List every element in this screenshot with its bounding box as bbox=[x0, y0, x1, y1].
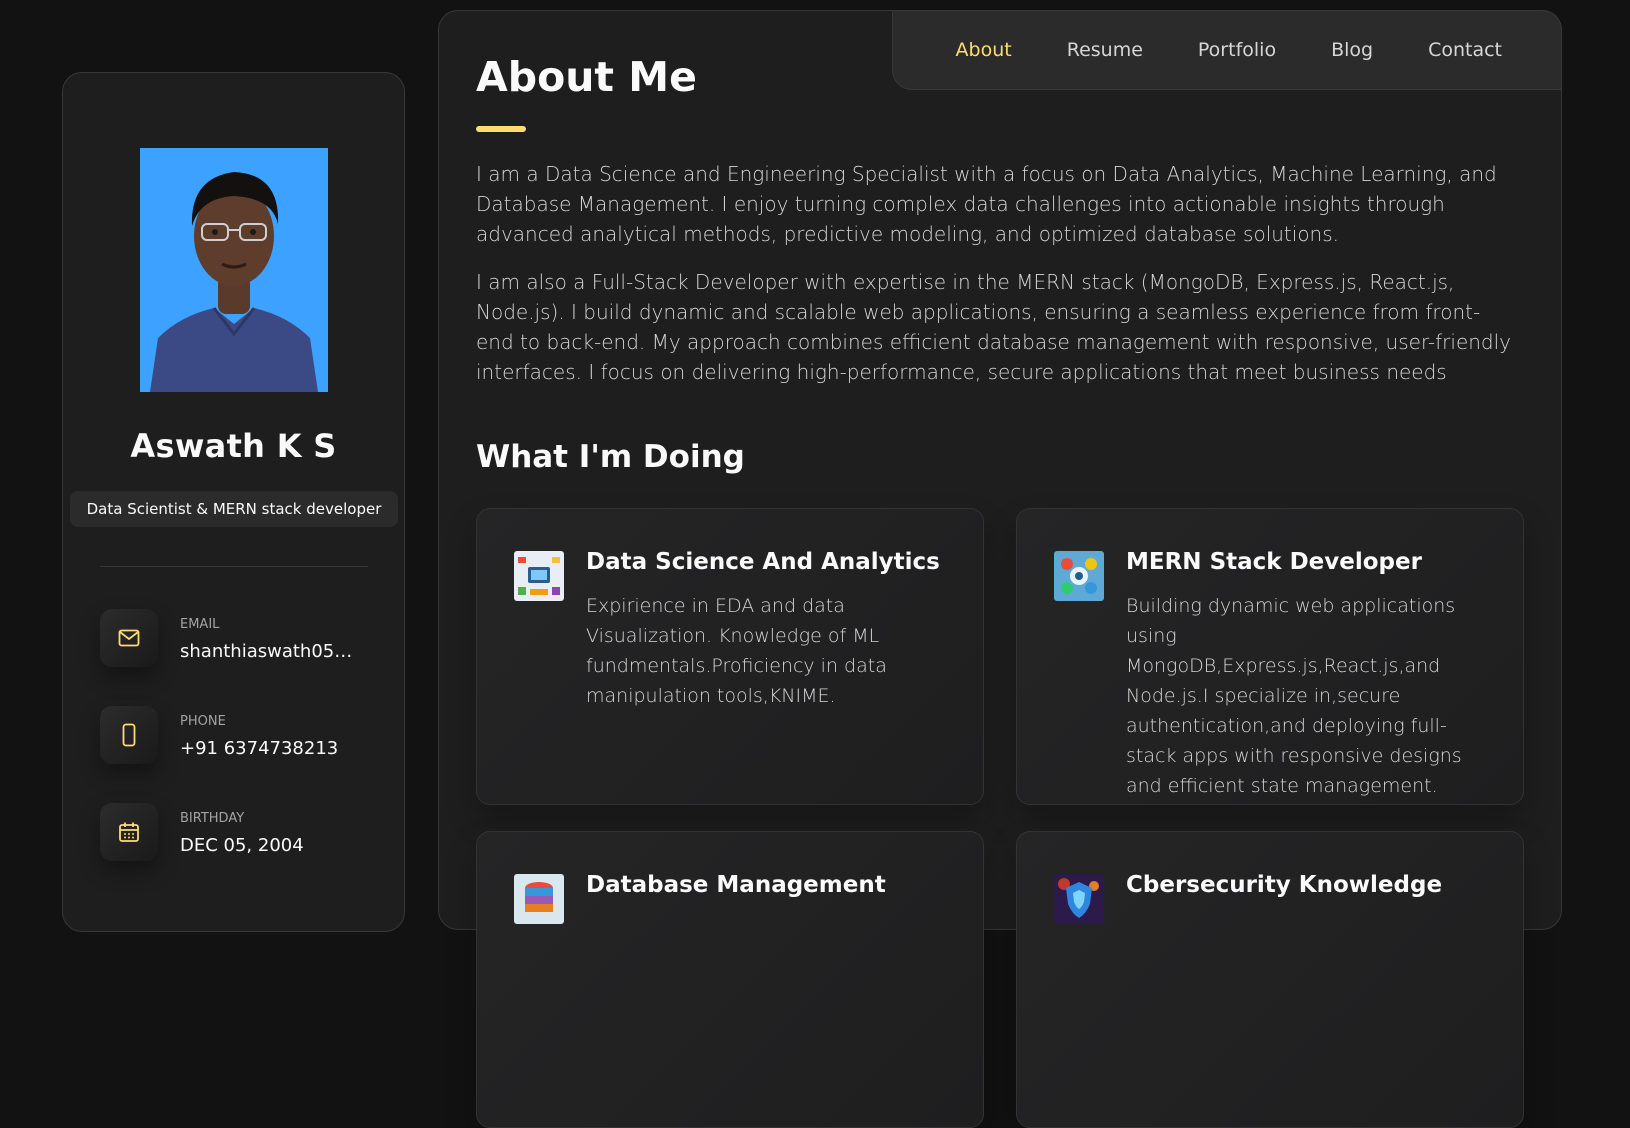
mail-icon bbox=[100, 609, 158, 667]
title-underline bbox=[476, 126, 526, 132]
about-panel: About Resume Portfolio Blog Contact Abou… bbox=[438, 10, 1562, 1128]
contact-birthday-value: DEC 05, 2004 bbox=[180, 835, 304, 856]
services-heading: What I'm Doing bbox=[476, 439, 745, 475]
nav-resume[interactable]: Resume bbox=[1067, 39, 1143, 61]
nav-contact[interactable]: Contact bbox=[1428, 39, 1502, 61]
nav-portfolio[interactable]: Portfolio bbox=[1198, 39, 1276, 61]
service-title-data-science: Data Science And Analytics bbox=[586, 549, 940, 575]
contact-phone-label: PHONE bbox=[180, 714, 226, 729]
main-navbar: About Resume Portfolio Blog Contact bbox=[892, 10, 1562, 90]
contact-email-label: EMAIL bbox=[180, 617, 220, 632]
service-title-mern: MERN Stack Developer bbox=[1126, 549, 1422, 575]
service-text-mern: Building dynamic web applications using … bbox=[1126, 595, 1462, 797]
page-title: About Me bbox=[476, 53, 697, 101]
mern-stack-icon bbox=[1054, 551, 1104, 601]
phone-icon bbox=[100, 706, 158, 764]
service-card-data-science: Data Science And Analytics Expirience in… bbox=[476, 508, 984, 805]
service-card-database: Database Management bbox=[476, 831, 984, 1128]
about-paragraph-2: I am also a Full-Stack Developer with ex… bbox=[476, 270, 1512, 384]
service-card-mern: MERN Stack Developer Building dynamic we… bbox=[1016, 508, 1524, 805]
contact-birthday-label: BIRTHDAY bbox=[180, 811, 245, 826]
sidebar-separator bbox=[100, 566, 368, 567]
contact-email-value[interactable]: shanthiaswath05@... bbox=[180, 641, 365, 662]
service-title-database: Database Management bbox=[586, 872, 886, 898]
profile-name: Aswath K S bbox=[130, 427, 337, 465]
service-card-cybersecurity: Cbersecurity Knowledge bbox=[1016, 831, 1524, 1128]
database-icon bbox=[514, 874, 564, 924]
nav-blog[interactable]: Blog bbox=[1331, 39, 1373, 61]
contact-phone: PHONE +91 6374738213 bbox=[100, 706, 390, 766]
avatar bbox=[140, 148, 328, 392]
profile-title-badge: Data Scientist & MERN stack developer bbox=[70, 491, 398, 527]
shield-icon bbox=[1054, 874, 1104, 924]
nav-about[interactable]: About bbox=[956, 39, 1012, 61]
calendar-icon bbox=[100, 803, 158, 861]
data-analytics-icon bbox=[514, 551, 564, 601]
service-title-cybersecurity: Cbersecurity Knowledge bbox=[1126, 872, 1443, 898]
contact-email: EMAIL shanthiaswath05@... bbox=[100, 609, 390, 669]
contact-birthday: BIRTHDAY DEC 05, 2004 bbox=[100, 803, 390, 863]
about-paragraph-1: I am a Data Science and Engineering Spec… bbox=[476, 162, 1497, 246]
profile-sidebar: Aswath K S Data Scientist & MERN stack d… bbox=[62, 72, 405, 932]
contact-phone-value[interactable]: +91 6374738213 bbox=[180, 738, 365, 759]
service-text-data-science: Expirience in EDA and data Visualization… bbox=[586, 595, 887, 707]
